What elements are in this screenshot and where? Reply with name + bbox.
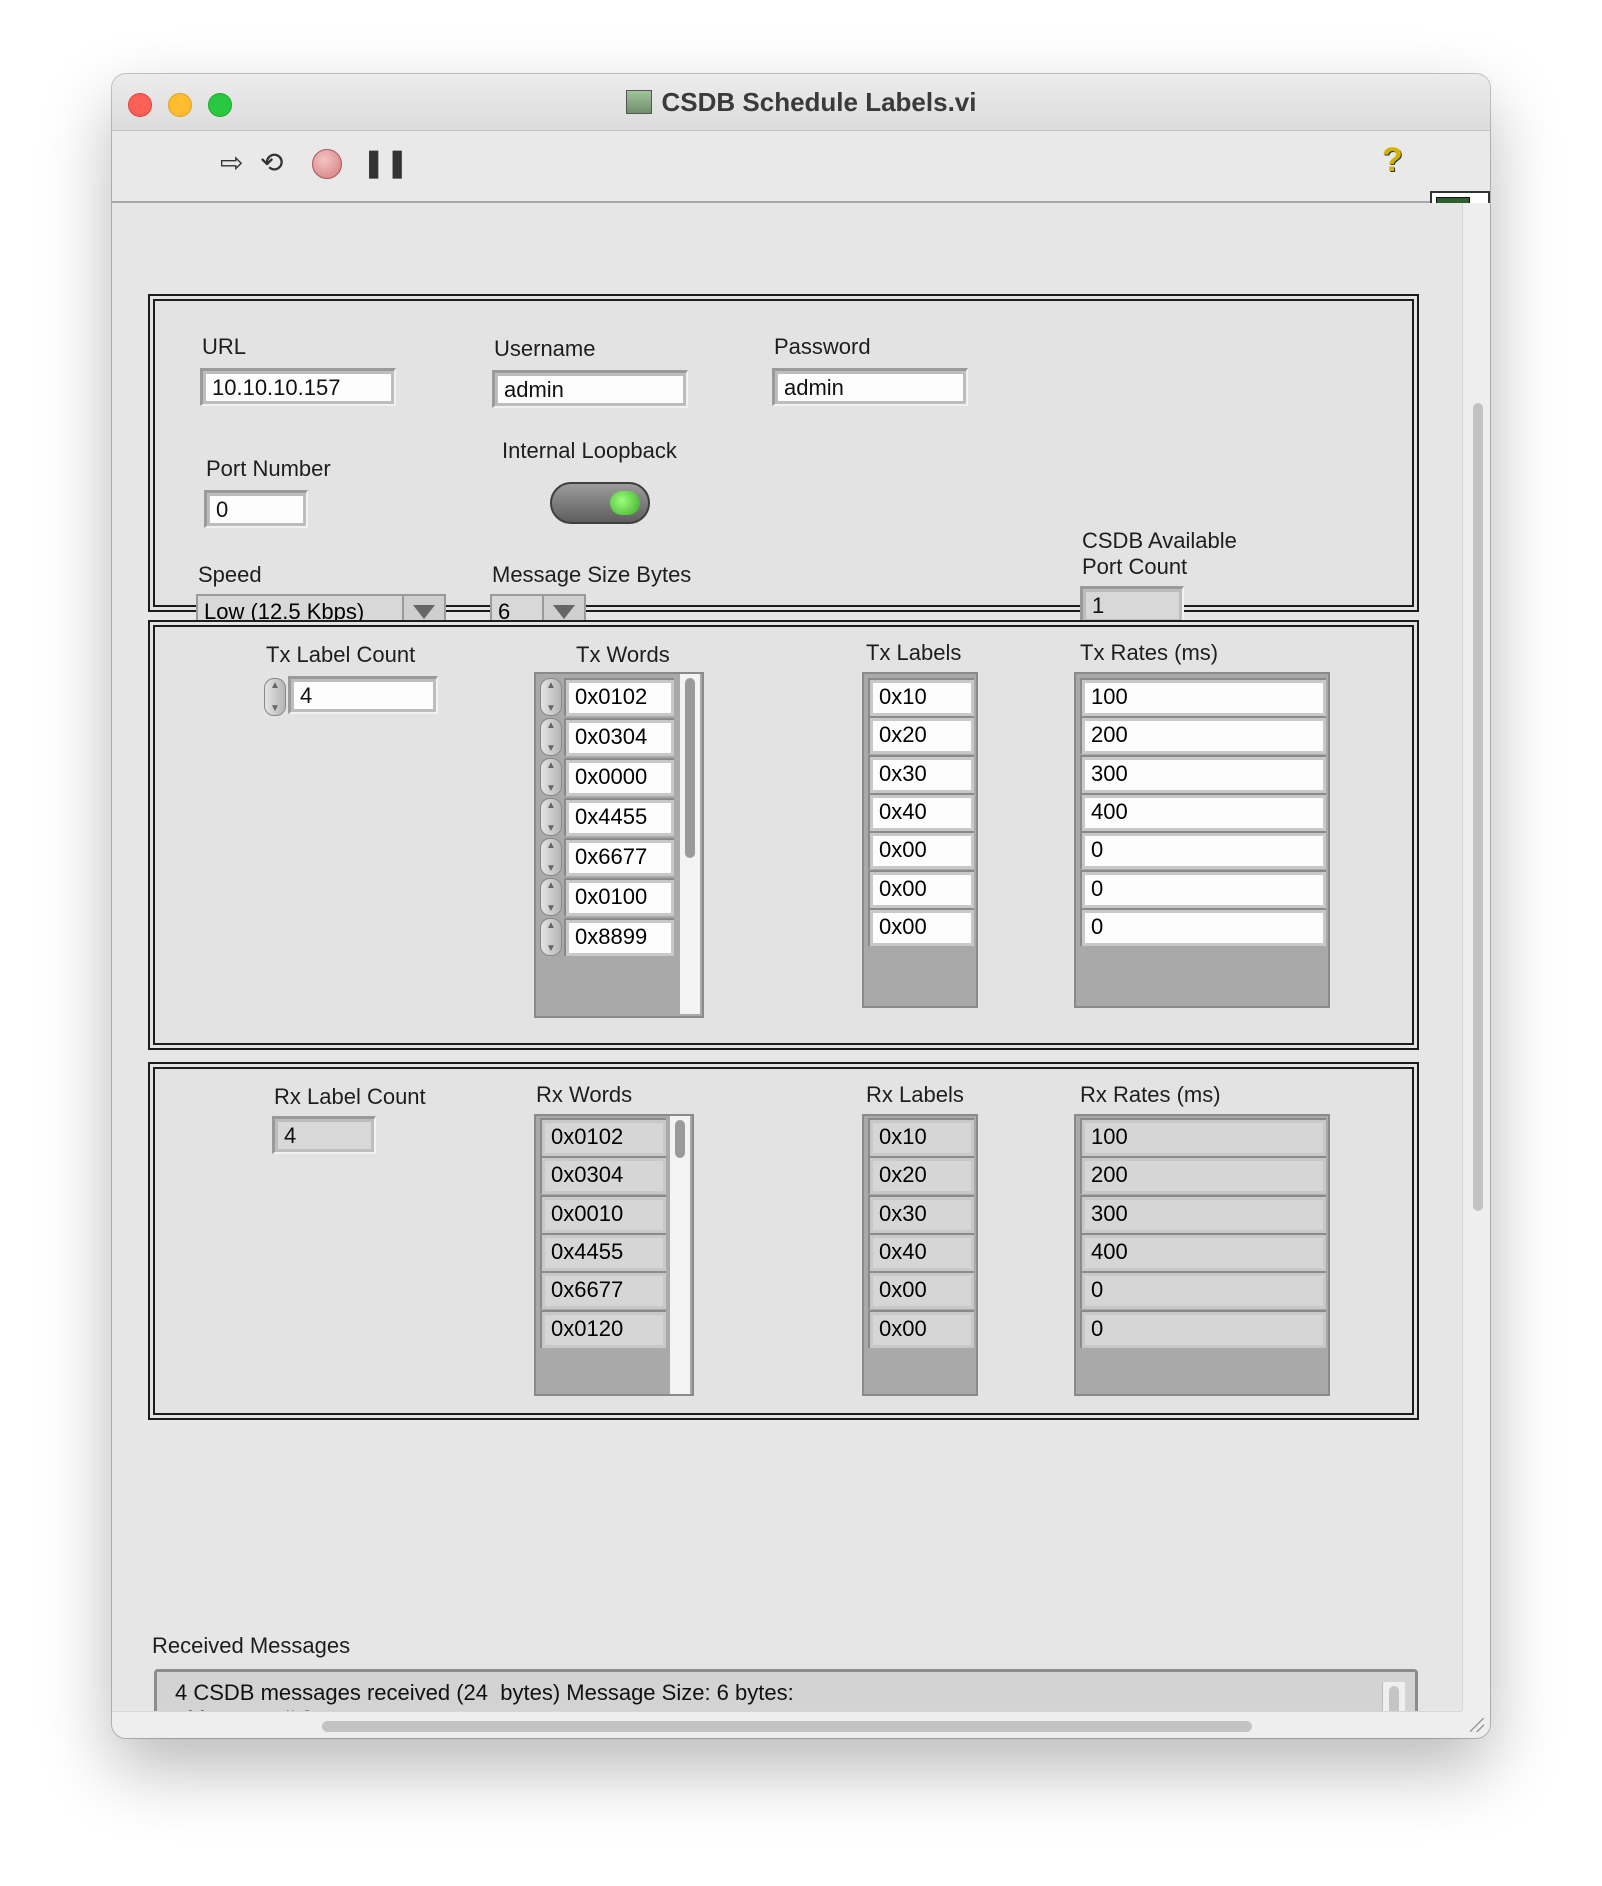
tx-rates-label: Tx Rates (ms) (1080, 640, 1219, 665)
tx-words-scrollbar[interactable] (680, 674, 700, 1014)
tx-rate-cell[interactable]: 100 (1080, 678, 1326, 716)
abort-stop-icon[interactable] (312, 149, 342, 179)
pause-icon[interactable]: ❚❚ (362, 148, 409, 178)
tx-rate-cell[interactable]: 0 (1080, 869, 1326, 908)
tx-word-cell[interactable]: 0x8899 (564, 918, 674, 956)
tx-label-cell[interactable]: 0x00 (868, 869, 974, 908)
tx-label-cell[interactable]: 0x30 (868, 754, 974, 793)
rx-label-cell: 0x30 (868, 1194, 974, 1233)
tx-word-cell[interactable]: 0x0100 (564, 878, 674, 916)
vertical-scroll-thumb[interactable] (1473, 403, 1483, 1211)
resize-grip-icon[interactable] (1462, 1711, 1490, 1738)
tx-label-count-spinner-icon[interactable] (264, 678, 286, 716)
username-label: Username (494, 336, 596, 361)
tx-rate-cell[interactable]: 0 (1080, 907, 1326, 946)
tx-word-cell[interactable]: 0x0304 (564, 718, 674, 756)
index-spinner-icon[interactable] (540, 718, 562, 756)
tx-rate-cell[interactable]: 0 (1080, 831, 1326, 870)
run-arrow-icon[interactable]: ⇨ (220, 148, 243, 178)
rx-rate-cell: 300 (1080, 1194, 1326, 1233)
run-continuously-icon[interactable]: ⟲ (260, 148, 283, 178)
rx-words-scrollbar[interactable] (670, 1116, 690, 1394)
vertical-scrollbar[interactable] (1462, 203, 1490, 1711)
available-port-count-label-2: Port Count (1082, 554, 1188, 579)
rx-word-cell: 0x6677 (540, 1271, 666, 1310)
tx-rate-cell[interactable]: 200 (1080, 716, 1326, 755)
tx-label-count-label: Tx Label Count (266, 642, 416, 667)
index-spinner-icon[interactable] (540, 798, 562, 836)
received-messages-text: 4 CSDB messages received (24 bytes) Mess… (175, 1680, 794, 1711)
config-panel: URL 10.10.10.157 Username admin Password… (148, 294, 1419, 632)
loopback-led-icon (610, 491, 640, 515)
tx-rate-cell[interactable]: 400 (1080, 792, 1326, 831)
rx-rate-cell: 200 (1080, 1156, 1326, 1195)
rx-word-cell: 0x0010 (540, 1194, 666, 1233)
available-port-count-indicator: 1 (1080, 586, 1184, 624)
rx-label-cell: 0x40 (868, 1232, 974, 1271)
rx-word-cell: 0x0102 (540, 1118, 666, 1156)
password-label: Password (774, 334, 871, 359)
rx-word-cell: 0x0304 (540, 1156, 666, 1195)
tx-labels-label: Tx Labels (866, 640, 962, 665)
url-input[interactable]: 10.10.10.157 (200, 368, 396, 406)
port-number-input[interactable]: 0 (204, 490, 308, 528)
tx-word-cell[interactable]: 0x4455 (564, 798, 674, 836)
tx-label-cell[interactable]: 0x00 (868, 831, 974, 870)
rx-label-cell: 0x10 (868, 1118, 974, 1156)
rx-words-label: Rx Words (536, 1082, 633, 1107)
port-number-label: Port Number (206, 456, 331, 481)
index-spinner-icon[interactable] (540, 918, 562, 956)
index-spinner-icon[interactable] (540, 878, 562, 916)
tx-word-cell[interactable]: 0x6677 (564, 838, 674, 876)
toolbar: ⇨ ⟲ ❚❚ ? 1 (112, 131, 1490, 255)
help-question-icon[interactable]: ? (1382, 143, 1403, 177)
username-input[interactable]: admin (492, 370, 688, 408)
rx-label-count-indicator: 4 (272, 1116, 376, 1154)
tx-word-cell[interactable]: 0x0000 (564, 758, 674, 796)
index-spinner-icon[interactable] (540, 678, 562, 716)
tx-words-label: Tx Words (576, 642, 670, 667)
window-title: CSDB Schedule Labels.vi (661, 86, 977, 117)
rx-rates-label: Rx Rates (ms) (1080, 1082, 1221, 1107)
tx-label-cell[interactable]: 0x10 (868, 678, 974, 716)
received-messages-scrollbar[interactable] (1382, 1682, 1405, 1711)
index-spinner-icon[interactable] (540, 838, 562, 876)
tx-label-cell[interactable]: 0x20 (868, 716, 974, 755)
rx-rate-cell: 0 (1080, 1309, 1326, 1348)
rx-word-cell: 0x4455 (540, 1232, 666, 1271)
speed-label: Speed (198, 562, 262, 587)
tx-rate-cell[interactable]: 300 (1080, 754, 1326, 793)
available-port-count-label-1: CSDB Available (1082, 528, 1237, 553)
tx-label-count-input[interactable]: 4 (288, 676, 438, 714)
message-size-label: Message Size Bytes (492, 562, 692, 587)
received-messages-label: Received Messages (152, 1633, 351, 1658)
horizontal-scrollbar[interactable] (112, 1711, 1462, 1738)
tx-panel: Tx Label Count 4 Tx Words Tx Labels Tx R… (148, 620, 1419, 1050)
rx-rate-cell: 0 (1080, 1271, 1326, 1310)
vi-file-icon (625, 90, 652, 114)
tx-word-cell[interactable]: 0x0102 (564, 678, 674, 716)
front-panel: URL 10.10.10.157 Username admin Password… (112, 203, 1462, 1711)
rx-panel: Rx Label Count 4 Rx Words Rx Labels Rx R… (148, 1062, 1419, 1420)
title-bar: CSDB Schedule Labels.vi (112, 74, 1490, 131)
internal-loopback-toggle[interactable] (550, 482, 650, 524)
rx-rate-cell: 400 (1080, 1232, 1326, 1271)
rx-label-count-label: Rx Label Count (274, 1084, 426, 1109)
rx-word-cell: 0x0120 (540, 1309, 666, 1348)
horizontal-scroll-thumb[interactable] (322, 1721, 1252, 1732)
received-messages-display[interactable]: 4 CSDB messages received (24 bytes) Mess… (154, 1669, 1418, 1711)
internal-loopback-label: Internal Loopback (502, 438, 677, 463)
rx-label-cell: 0x00 (868, 1271, 974, 1310)
rx-label-cell: 0x20 (868, 1156, 974, 1195)
rx-labels-label: Rx Labels (866, 1082, 964, 1107)
tx-label-cell[interactable]: 0x00 (868, 907, 974, 946)
rx-label-cell: 0x00 (868, 1309, 974, 1348)
password-input[interactable]: admin (772, 368, 968, 406)
url-label: URL (202, 334, 247, 359)
index-spinner-icon[interactable] (540, 758, 562, 796)
rx-rate-cell: 100 (1080, 1118, 1326, 1156)
tx-label-cell[interactable]: 0x40 (868, 792, 974, 831)
vi-window: CSDB Schedule Labels.vi ⇨ ⟲ ❚❚ ? 1 URL 1… (112, 74, 1490, 1738)
